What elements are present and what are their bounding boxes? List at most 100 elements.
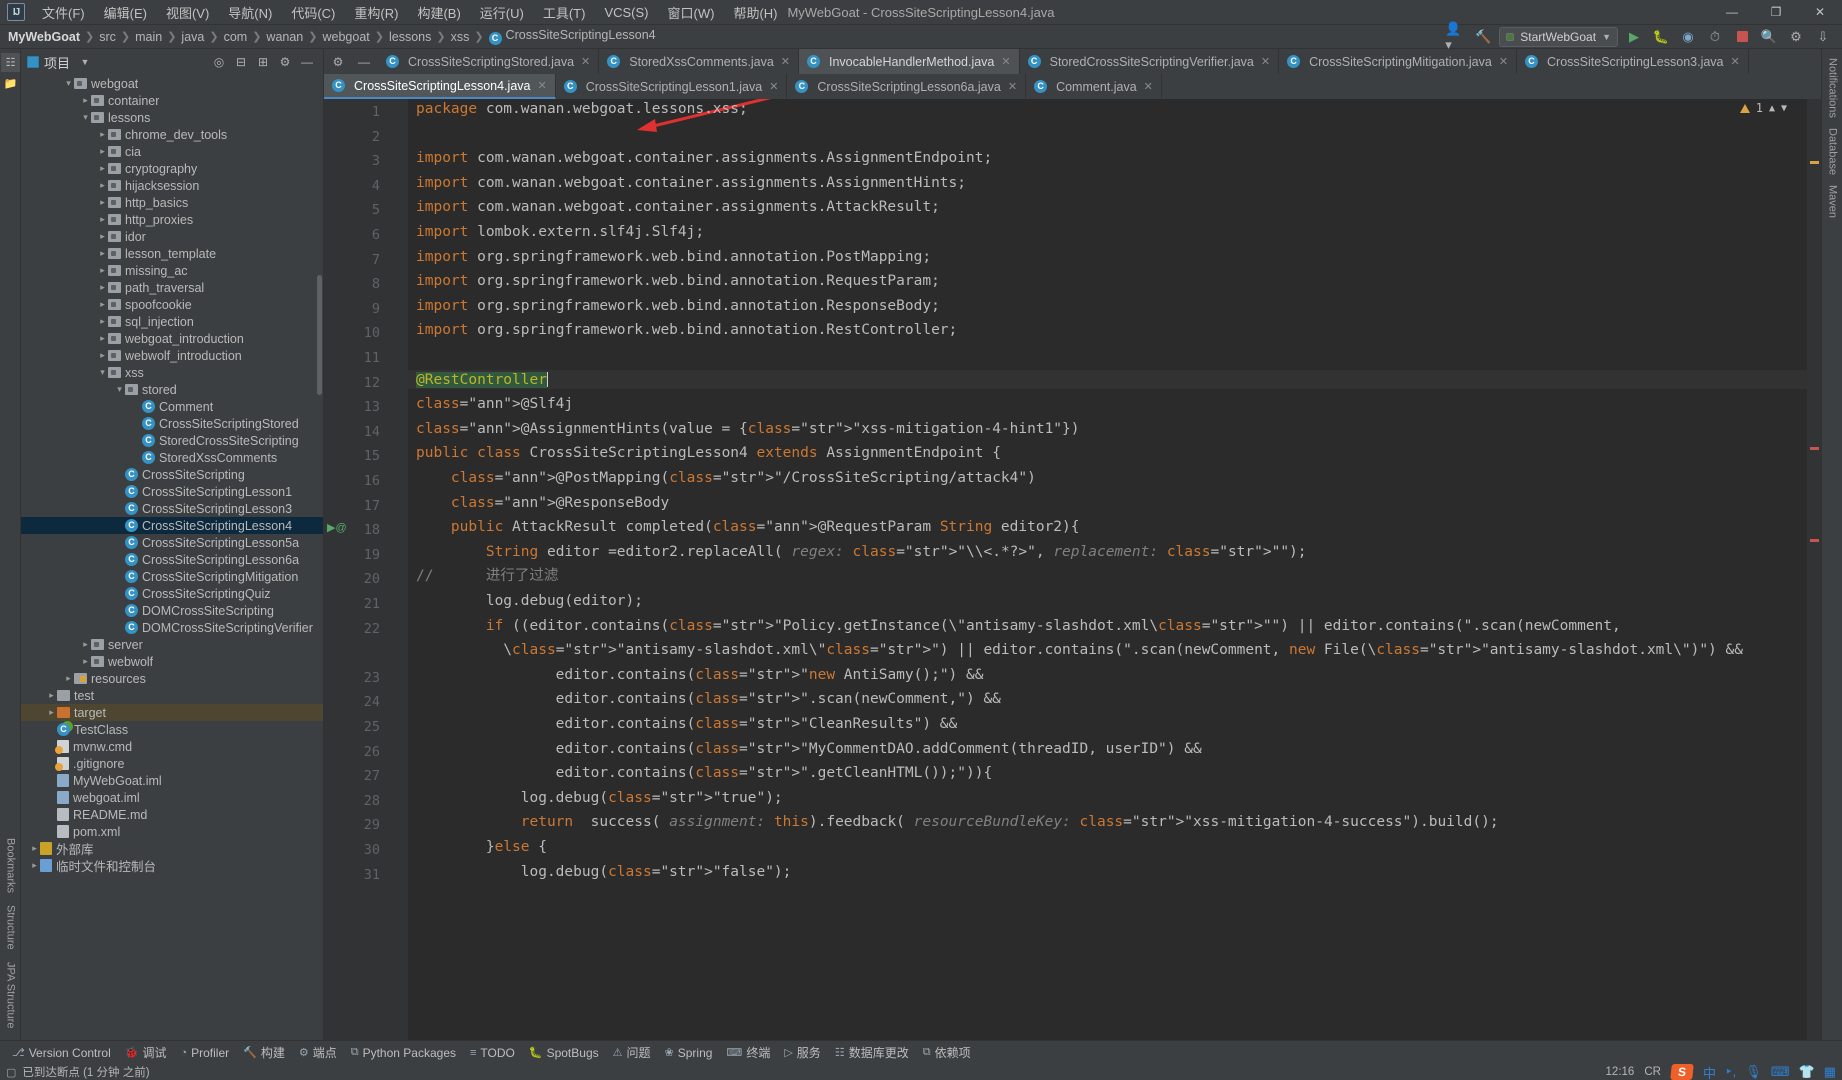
tree-node-webgoat-iml[interactable]: webgoat.iml bbox=[21, 789, 323, 806]
tree-node-domcrosssitescripting[interactable]: C DOMCrossSiteScripting bbox=[21, 602, 323, 619]
tree-node-domcrosssitescriptingverifier[interactable]: C DOMCrossSiteScriptingVerifier bbox=[21, 619, 323, 636]
code-line[interactable]: import com.wanan.webgoat.container.assig… bbox=[416, 175, 966, 192]
code-line[interactable]: public AttackResult completed(class="ann… bbox=[416, 519, 1080, 536]
tree-node---------[interactable]: ▸ 临时文件和控制台 bbox=[21, 857, 323, 874]
editor-tab-crosssitescriptinglesson3-java[interactable]: C CrossSiteScriptingLesson3.java ✕ bbox=[1517, 49, 1749, 74]
chevron-right-icon[interactable]: ▸ bbox=[97, 333, 108, 344]
tree-node-server[interactable]: ▸ server bbox=[21, 636, 323, 653]
code-line[interactable]: import com.wanan.webgoat.container.assig… bbox=[416, 199, 940, 216]
chevron-right-icon[interactable]: ▸ bbox=[97, 299, 108, 310]
tree-node-mvnw-cmd[interactable]: mvnw.cmd bbox=[21, 738, 323, 755]
error-marker[interactable] bbox=[1810, 447, 1819, 450]
tree-node-test[interactable]: ▸ test bbox=[21, 687, 323, 704]
chevron-down-icon[interactable]: ▾ bbox=[114, 384, 125, 395]
inspection-widget[interactable]: 1 ▲ ▼ bbox=[1739, 101, 1787, 115]
tree-node-crosssitescriptingquiz[interactable]: C CrossSiteScriptingQuiz bbox=[21, 585, 323, 602]
code-line[interactable]: class="ann">@PostMapping(class="str">"/C… bbox=[416, 470, 1036, 487]
tree-node-crosssitescriptinglesson6a[interactable]: C CrossSiteScriptingLesson6a bbox=[21, 551, 323, 568]
code-line[interactable]: package com.wanan.webgoat.lessons.xss; bbox=[416, 101, 748, 118]
bottom-tool-spotbugs[interactable]: 🐛 SpotBugs bbox=[523, 1044, 605, 1062]
editor-tab-storedcrosssitescriptingverifier-java[interactable]: C StoredCrossSiteScriptingVerifier.java ✕ bbox=[1020, 49, 1280, 74]
bottom-tool-构建[interactable]: 🔨 构建 bbox=[237, 1042, 291, 1063]
code-line[interactable]: import org.springframework.web.bind.anno… bbox=[416, 322, 957, 339]
editor-tab-crosssitescriptingmitigation-java[interactable]: C CrossSiteScriptingMitigation.java ✕ bbox=[1279, 49, 1518, 74]
profile-icon[interactable]: ⏱ bbox=[1704, 27, 1726, 47]
code-line[interactable]: editor.contains(class="str">".scan(newCo… bbox=[416, 691, 1001, 708]
chevron-down-icon[interactable]: ▾ bbox=[80, 112, 91, 123]
punctuation-icon[interactable]: ‣, bbox=[1725, 1064, 1736, 1080]
tree-node-mywebgoat-iml[interactable]: MyWebGoat.iml bbox=[21, 772, 323, 789]
minimize-button[interactable]: — bbox=[1710, 0, 1754, 25]
chevron-right-icon[interactable]: ▸ bbox=[46, 707, 57, 718]
tree-node-storedcrosssitescripting[interactable]: C StoredCrossSiteScripting bbox=[21, 432, 323, 449]
tree-node-crosssitescriptingstored[interactable]: C CrossSiteScriptingStored bbox=[21, 415, 323, 432]
chevron-up-icon[interactable]: ▲ bbox=[1769, 103, 1775, 114]
keyboard-icon[interactable]: ⌨ bbox=[1771, 1064, 1790, 1080]
tree-node-idor[interactable]: ▸ idor bbox=[21, 228, 323, 245]
inspection-gutter[interactable] bbox=[1807, 99, 1821, 1040]
code-line[interactable]: class="ann">@ResponseBody bbox=[416, 495, 669, 512]
bottom-tool-python-packages[interactable]: ⧉ Python Packages bbox=[345, 1044, 462, 1062]
code-line[interactable]: import org.springframework.web.bind.anno… bbox=[416, 249, 931, 266]
tree-node-path-traversal[interactable]: ▸ path_traversal bbox=[21, 279, 323, 296]
code-content[interactable]: 1 ▲ ▼ package com.wanan.webgoat.lessons.… bbox=[408, 99, 1807, 1040]
chevron-right-icon[interactable]: ▸ bbox=[97, 316, 108, 327]
chevron-down-icon[interactable]: ▼ bbox=[1781, 103, 1787, 114]
breadcrumb-item-0[interactable]: MyWebGoat bbox=[4, 29, 84, 45]
tree-node-readme-md[interactable]: README.md bbox=[21, 806, 323, 823]
run-method-icon[interactable]: ▶@ bbox=[327, 521, 347, 534]
breadcrumb-item-7[interactable]: lessons bbox=[385, 29, 435, 45]
rail-item-maven[interactable]: Maven bbox=[1824, 180, 1842, 223]
coverage-icon[interactable]: ◉ bbox=[1677, 27, 1699, 47]
menu-item-6[interactable]: 构建(B) bbox=[408, 0, 469, 25]
chevron-right-icon[interactable]: ▸ bbox=[46, 690, 57, 701]
close-button[interactable]: ✕ bbox=[1798, 0, 1842, 25]
menu-item-3[interactable]: 导航(N) bbox=[219, 0, 281, 25]
close-tab-icon[interactable]: ✕ bbox=[1144, 80, 1153, 93]
expand-all-icon[interactable]: ⊟ bbox=[231, 52, 251, 72]
editor-tab-crosssitescriptingstored-java[interactable]: C CrossSiteScriptingStored.java ✕ bbox=[378, 49, 600, 74]
stop-icon[interactable] bbox=[1731, 27, 1753, 47]
code-line[interactable]: String editor =editor2.replaceAll( regex… bbox=[416, 544, 1307, 561]
editor-tab-comment-java[interactable]: C Comment.java ✕ bbox=[1026, 74, 1162, 99]
bottom-tool-profiler[interactable]: ◔ Profiler bbox=[174, 1044, 235, 1062]
rail-item-jpa-structure[interactable]: JPA Structure bbox=[2, 956, 20, 1034]
tree-node-xss[interactable]: ▾ xss bbox=[21, 364, 323, 381]
tree-node-crosssitescriptinglesson4[interactable]: C CrossSiteScriptingLesson4 bbox=[21, 517, 323, 534]
ime-chinese-icon[interactable]: 中 bbox=[1703, 1063, 1716, 1080]
tree-node-testclass[interactable]: C TestClass bbox=[21, 721, 323, 738]
chevron-down-icon[interactable]: ▾ bbox=[97, 367, 108, 378]
rail-item-structure[interactable]: Structure bbox=[2, 899, 20, 956]
code-line[interactable]: import org.springframework.web.bind.anno… bbox=[416, 273, 940, 290]
editor-tab-crosssitescriptinglesson4-java[interactable]: C CrossSiteScriptingLesson4.java ✕ bbox=[324, 74, 556, 99]
tree-node-sql-injection[interactable]: ▸ sql_injection bbox=[21, 313, 323, 330]
tree-node-comment[interactable]: C Comment bbox=[21, 398, 323, 415]
mic-icon[interactable]: 🎙 bbox=[1745, 1064, 1762, 1080]
rail-item-bookmarks[interactable]: Bookmarks bbox=[2, 832, 20, 899]
hide-editor-icon[interactable]: — bbox=[354, 52, 374, 72]
tree-node-resources[interactable]: ▸ resources bbox=[21, 670, 323, 687]
code-line[interactable]: editor.contains(class="str">".getCleanHT… bbox=[416, 765, 993, 782]
close-tab-icon[interactable]: ✕ bbox=[769, 80, 778, 93]
close-tab-icon[interactable]: ✕ bbox=[1261, 55, 1270, 68]
tree-node-webwolf[interactable]: ▸ webwolf bbox=[21, 653, 323, 670]
tree-node-http-basics[interactable]: ▸ http_basics bbox=[21, 194, 323, 211]
chevron-right-icon[interactable]: ▸ bbox=[97, 129, 108, 140]
tree-node-webwolf-introduction[interactable]: ▸ webwolf_introduction bbox=[21, 347, 323, 364]
code-line[interactable]: class="ann">@AssignmentHints(value = {cl… bbox=[416, 421, 1080, 438]
close-tab-icon[interactable]: ✕ bbox=[581, 55, 590, 68]
chevron-right-icon[interactable]: ▸ bbox=[97, 231, 108, 242]
chevron-down-icon[interactable]: ▼ bbox=[75, 52, 95, 72]
close-tab-icon[interactable]: ✕ bbox=[1001, 55, 1010, 68]
rail-item-notifications[interactable]: Notifications bbox=[1824, 53, 1842, 123]
code-editor[interactable]: 1 2 3 4 5 6 7 8 9 10 11 12 13 14 15 16 17 18 19 20 21 22 23 24 2… bbox=[324, 99, 1821, 1040]
menu-item-11[interactable]: 帮助(H) bbox=[724, 0, 786, 25]
tree-node-target[interactable]: ▸ target bbox=[21, 704, 323, 721]
project-scrollbar[interactable] bbox=[317, 275, 322, 395]
breadcrumb-item-2[interactable]: main bbox=[131, 29, 166, 45]
tree-node-webgoat-introduction[interactable]: ▸ webgoat_introduction bbox=[21, 330, 323, 347]
tree-node-crosssitescriptinglesson3[interactable]: C CrossSiteScriptingLesson3 bbox=[21, 500, 323, 517]
bottom-tool-依赖项[interactable]: ⧉ 依赖项 bbox=[917, 1042, 977, 1063]
locate-icon[interactable]: ◎ bbox=[209, 52, 229, 72]
tree-node-http-proxies[interactable]: ▸ http_proxies bbox=[21, 211, 323, 228]
